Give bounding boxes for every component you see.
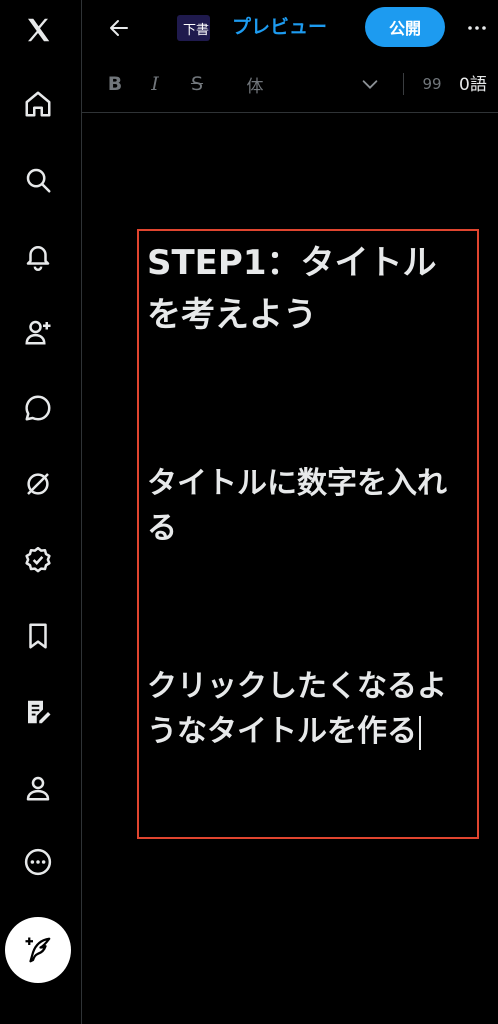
text-caret	[419, 715, 421, 750]
bold-button[interactable]: B	[104, 71, 126, 97]
grok-icon[interactable]	[0, 459, 75, 509]
verified-icon[interactable]	[0, 535, 75, 585]
chevron-down-icon[interactable]	[358, 71, 382, 97]
strikethrough-button[interactable]: S	[186, 71, 208, 97]
profile-icon[interactable]	[0, 763, 75, 813]
paragraph-1[interactable]: タイトルに数字を入れる	[147, 461, 467, 551]
toolbar-divider	[403, 73, 404, 95]
article-editor[interactable]: STEP1：タイトルを考えよう タイトルに数字を入れる クリックしたくなるような…	[137, 229, 479, 839]
article-title[interactable]: STEP1：タイトルを考えよう	[147, 237, 447, 341]
sidebar	[0, 0, 82, 1024]
editor-header: 下書 プレビュー 公開	[82, 0, 498, 56]
compose-post-button[interactable]	[5, 917, 71, 983]
compose-feather-icon	[25, 937, 51, 963]
more-dots-icon	[468, 26, 486, 30]
person-add-icon[interactable]	[0, 307, 75, 357]
chat-bubble-icon[interactable]	[0, 383, 75, 433]
italic-button[interactable]: I	[144, 71, 166, 97]
articles-icon[interactable]	[0, 687, 75, 737]
more-circle-icon[interactable]	[0, 837, 75, 887]
home-icon[interactable]	[0, 79, 75, 129]
bell-icon[interactable]	[0, 231, 75, 281]
paragraph-2[interactable]: クリックしたくなるようなタイトルを作る	[147, 664, 467, 754]
publish-button[interactable]: 公開	[365, 7, 445, 47]
x-logo-icon[interactable]	[0, 5, 75, 55]
quote-button[interactable]: 99	[422, 71, 442, 97]
word-count: 0語	[459, 75, 487, 95]
formatting-toolbar: B I S 体 99 0語	[82, 56, 498, 113]
bookmark-icon[interactable]	[0, 611, 75, 661]
preview-button[interactable]: プレビュー	[232, 13, 327, 41]
draft-badge: 下書	[177, 15, 210, 41]
more-options-button[interactable]	[462, 15, 492, 41]
back-arrow-icon	[110, 20, 128, 36]
back-button[interactable]	[104, 13, 134, 43]
text-style-select[interactable]: 体	[242, 71, 268, 97]
search-icon[interactable]	[0, 155, 75, 205]
paragraph-2-text: クリックしたくなるようなタイトルを作る	[147, 669, 447, 749]
